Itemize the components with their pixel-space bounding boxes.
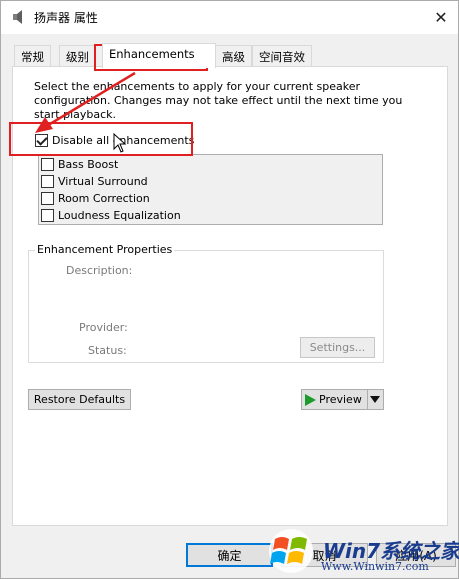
play-icon	[305, 393, 316, 406]
watermark: Win7系统之家 Www.Winwin7.com	[261, 521, 459, 579]
status-label: Status:	[88, 344, 127, 357]
preview-main-button[interactable]: Preview	[301, 389, 368, 410]
preview-button[interactable]: Preview	[301, 389, 384, 410]
tab-strip: 常规 级别 Enhancements 高级 空间音效	[12, 43, 448, 68]
list-item-label: Bass Boost	[58, 158, 119, 171]
watermark-url: Www.Winwin7.com	[321, 560, 429, 573]
list-item[interactable]: Room Correction	[41, 192, 150, 205]
settings-button[interactable]: Settings...	[300, 337, 375, 358]
enhancement-properties-group: Enhancement Properties Description: Prov…	[28, 243, 384, 363]
speaker-icon	[13, 10, 22, 24]
bass-boost-checkbox[interactable]	[41, 158, 54, 171]
restore-defaults-button[interactable]: Restore Defaults	[28, 389, 131, 410]
list-item[interactable]: Loudness Equalization	[41, 209, 181, 222]
loudness-equalization-checkbox[interactable]	[41, 209, 54, 222]
speaker-properties-window: 扬声器 属性 ✕ 常规 级别 Enhancements 高级 空间音效 Sele…	[0, 0, 459, 579]
list-item-label: Virtual Surround	[58, 175, 148, 188]
list-item[interactable]: Bass Boost	[41, 158, 118, 171]
description-label: Description:	[66, 264, 133, 277]
list-item-label: Loudness Equalization	[58, 209, 181, 222]
provider-label: Provider:	[79, 321, 128, 334]
annotation-arrow-icon	[35, 71, 136, 133]
preview-dropdown-button[interactable]	[367, 389, 384, 410]
tab-levels[interactable]: 级别	[59, 45, 96, 67]
tab-spatial-sound[interactable]: 空间音效	[252, 45, 312, 67]
enhancements-list: Bass Boost Virtual Surround Room Correct…	[38, 154, 383, 225]
group-label: Enhancement Properties	[35, 243, 175, 256]
close-icon: ✕	[434, 7, 448, 27]
tab-enhancements[interactable]: Enhancements	[102, 43, 216, 68]
virtual-surround-checkbox[interactable]	[41, 175, 54, 188]
window-title: 扬声器 属性	[34, 11, 98, 25]
list-item[interactable]: Virtual Surround	[41, 175, 148, 188]
mouse-cursor-icon	[113, 133, 127, 153]
room-correction-checkbox[interactable]	[41, 192, 54, 205]
list-item-label: Room Correction	[58, 192, 150, 205]
chevron-down-icon	[370, 396, 381, 403]
windows-logo-icon	[269, 529, 313, 573]
preview-label: Preview	[319, 393, 362, 406]
title-bar: 扬声器 属性 ✕	[1, 1, 458, 34]
ok-button[interactable]: 确定	[186, 543, 273, 567]
tab-general[interactable]: 常规	[14, 45, 51, 67]
tab-advanced[interactable]: 高级	[215, 45, 252, 67]
close-button[interactable]: ✕	[424, 1, 458, 33]
